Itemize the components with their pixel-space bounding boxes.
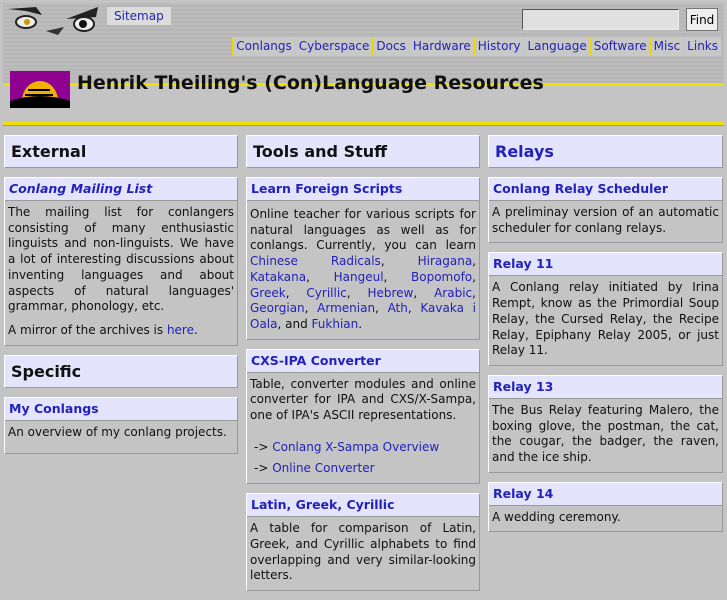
card-body: A preliminay version of an automatic sch…: [492, 205, 719, 235]
section-title-external: External: [4, 135, 238, 168]
script-link[interactable]: Hangeul: [334, 270, 384, 284]
section-title-relays[interactable]: Relays: [488, 135, 723, 168]
nav-software[interactable]: Software: [589, 37, 650, 56]
find-button[interactable]: Find: [686, 8, 718, 31]
card-relay: Relay 13 The Bus Relay featuring Malero, …: [488, 374, 723, 473]
card-body: A table for comparison of Latin, Greek, …: [250, 521, 476, 583]
card-body: Online teacher for various scripts for n…: [250, 207, 476, 253]
punct: ,: [472, 269, 476, 284]
section-title-tools: Tools and Stuff: [246, 135, 480, 168]
nav-conlangs[interactable]: Conlangs: [232, 37, 295, 56]
nav-misc[interactable]: Misc: [649, 37, 684, 56]
script-link[interactable]: Ath: [388, 301, 408, 315]
script-link[interactable]: Hebrew: [367, 286, 413, 300]
column-relays: Relays Conlang Relay Scheduler A prelimin…: [488, 135, 723, 541]
punct: ,: [375, 301, 388, 316]
section-title-specific: Specific: [4, 354, 238, 388]
relay-scheduler-link[interactable]: Conlang Relay Scheduler: [493, 181, 668, 196]
nav-cyberspace[interactable]: Cyberspace: [294, 37, 373, 56]
script-link[interactable]: Arabic: [434, 286, 472, 300]
card-body: Table, converter modules and online conv…: [250, 376, 476, 423]
card-learn-scripts: Learn Foreign Scripts Online teacher for…: [246, 177, 480, 340]
online-converter-link[interactable]: Online Converter: [272, 461, 374, 475]
mirror-text: A mirror of the archives is: [8, 322, 167, 337]
script-link[interactable]: Armenian: [317, 301, 375, 315]
card-body: The Bus Relay featuring Malero, the boxi…: [492, 402, 719, 465]
punct: ,: [304, 301, 318, 316]
my-conlangs-link[interactable]: My Conlangs: [9, 401, 99, 416]
card-body: A Conlang relay initiated by Irina Rempt…: [492, 280, 719, 358]
archive-here-link[interactable]: here: [167, 323, 194, 337]
search-input[interactable]: [522, 9, 679, 30]
punct: ,: [472, 285, 476, 300]
script-link[interactable]: Cyrillic: [306, 286, 346, 300]
arrow: ->: [254, 461, 269, 476]
punct: ,: [383, 269, 412, 284]
nav-language[interactable]: Language: [523, 37, 589, 56]
punct: ,: [413, 285, 435, 300]
punct: .: [358, 316, 363, 331]
script-link[interactable]: Katakana: [250, 270, 306, 284]
script-link[interactable]: Chinese Radicals: [250, 254, 381, 268]
card-relay: Conlang Relay Scheduler A preliminay vers…: [488, 177, 723, 244]
divider: [3, 122, 724, 125]
punct: .: [193, 322, 198, 337]
card-cxs-ipa: CXS-IPA Converter Table, converter modul…: [246, 348, 480, 485]
column-external: External Conlang Mailing List The mailin…: [4, 135, 238, 463]
card-relay: Relay 14 A wedding ceremony.: [488, 481, 723, 533]
eyes-logo-icon: [8, 7, 98, 35]
script-link[interactable]: Bopomofo: [411, 270, 472, 284]
card-body: A wedding ceremony.: [492, 509, 621, 524]
punct: ,: [306, 269, 334, 284]
punct: ,: [380, 254, 418, 269]
script-link[interactable]: Hiragana: [418, 254, 473, 268]
punct: ,: [407, 301, 421, 316]
conlang-mailing-list-link[interactable]: Conlang Mailing List: [9, 181, 152, 196]
card-body: The mailing list for conlangers consisti…: [8, 205, 234, 314]
punct: , and: [277, 316, 312, 331]
script-link-fukhian[interactable]: Fukhian: [312, 317, 359, 331]
script-link[interactable]: Georgian: [250, 301, 305, 315]
site-logo-icon: [10, 71, 70, 108]
nav-history[interactable]: History: [473, 37, 524, 56]
sitemap-link[interactable]: Sitemap: [107, 7, 171, 25]
cxs-ipa-converter-link[interactable]: CXS-IPA Converter: [251, 353, 381, 368]
relay-14-link[interactable]: Relay 14: [493, 486, 553, 501]
card-relay: Relay 11 A Conlang relay initiated by Iri…: [488, 252, 723, 366]
punct: ,: [472, 254, 476, 269]
nav-links[interactable]: Links: [683, 37, 721, 56]
card-body: An overview of my conlang projects.: [8, 424, 227, 439]
card-conlang-mailing-list: Conlang Mailing List The mailing list fo…: [4, 177, 238, 346]
punct: ,: [285, 285, 307, 300]
page-title: Henrik Theiling's (Con)Language Resource…: [77, 72, 544, 94]
column-tools: Tools and Stuff Learn Foreign Scripts On…: [246, 135, 480, 600]
card-latin-greek-cyrillic: Latin, Greek, Cyrillic A table for compa…: [246, 493, 480, 591]
main-nav: Conlangs Cyberspace Docs Hardware Histor…: [232, 37, 721, 56]
script-link[interactable]: Greek: [250, 286, 286, 300]
card-my-conlangs: My Conlangs An overview of my conlang pr…: [4, 396, 238, 455]
learn-foreign-scripts-link[interactable]: Learn Foreign Scripts: [251, 181, 402, 196]
arrow: ->: [254, 439, 269, 454]
nav-hardware[interactable]: Hardware: [408, 37, 474, 56]
nav-docs[interactable]: Docs: [372, 37, 408, 56]
punct: ,: [346, 285, 368, 300]
relay-11-link[interactable]: Relay 11: [493, 256, 553, 271]
latin-greek-cyrillic-link[interactable]: Latin, Greek, Cyrillic: [251, 497, 395, 512]
xsampa-overview-link[interactable]: Conlang X-Sampa Overview: [272, 440, 439, 454]
relay-13-link[interactable]: Relay 13: [493, 379, 553, 394]
